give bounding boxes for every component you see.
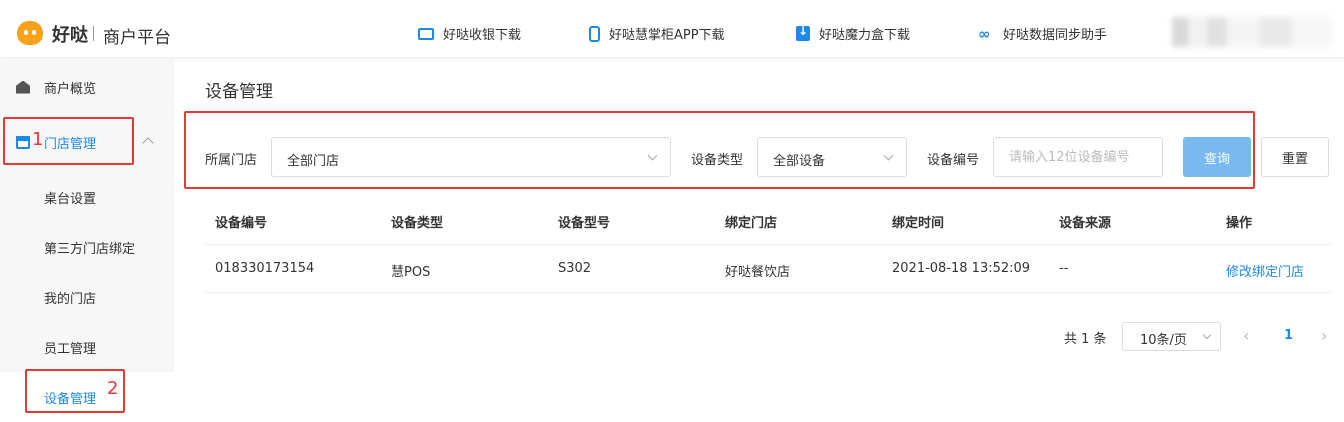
device-serial-input[interactable] — [993, 137, 1163, 177]
sidebar-item-label: 我的门店 — [44, 291, 97, 307]
column-header: 设备来源 — [1059, 216, 1112, 231]
table-cell: 018330173154 — [215, 261, 315, 276]
download-box-label: 好哒魔力盒下载 — [819, 28, 911, 43]
page-number-current[interactable]: 1 — [1284, 328, 1293, 343]
column-header: 设备型号 — [558, 216, 611, 231]
table-divider — [205, 292, 1331, 293]
sidebar-item-overview[interactable]: 商户概览 — [0, 62, 174, 112]
home-icon — [16, 80, 30, 94]
reset-button[interactable]: 重置 — [1261, 137, 1329, 177]
sidebar-item-my-stores[interactable]: 我的门店 — [0, 272, 174, 322]
table-cell: 好哒餐饮店 — [725, 265, 791, 280]
download-cashier-label: 好哒收银下载 — [443, 28, 522, 43]
sidebar-item-third-party-binding[interactable]: 第三方门店绑定 — [0, 222, 174, 272]
column-header: 绑定门店 — [725, 216, 778, 231]
page-title: 设备管理 — [205, 82, 273, 102]
device-type-value: 全部设备 — [773, 154, 826, 169]
chevron-down-icon — [883, 150, 894, 161]
column-header: 操作 — [1226, 216, 1253, 231]
brand-divider — [93, 26, 94, 41]
annotation-box-store — [3, 117, 134, 165]
table-cell: -- — [1059, 261, 1069, 276]
column-header: 设备类型 — [391, 216, 444, 231]
data-sync-label: 好哒数据同步助手 — [1003, 28, 1108, 43]
data-sync-link[interactable]: ∞ 好哒数据同步助手 — [978, 24, 1108, 44]
table-divider — [205, 244, 1331, 245]
sidebar-item-label: 员工管理 — [44, 341, 97, 357]
next-page-icon[interactable]: › — [1321, 326, 1327, 345]
device-type-select[interactable]: 全部设备 — [757, 137, 907, 177]
phone-icon — [589, 25, 600, 42]
store-filter-label: 所属门店 — [205, 153, 258, 168]
brand-logo-icon[interactable] — [17, 21, 43, 45]
prev-page-icon[interactable]: ‹ — [1243, 326, 1249, 345]
sidebar-item-label: 第三方门店绑定 — [44, 241, 136, 257]
column-header: 设备编号 — [215, 216, 268, 231]
annotation-box-device — [25, 369, 125, 413]
store-select[interactable]: 全部门店 — [271, 137, 671, 177]
top-header: 好哒 商户平台 好哒收银下载 好哒慧掌柜APP下载 好哒魔力盒下载 ∞ 好哒数据… — [0, 0, 1344, 58]
pagination-total: 共 1 条 — [1064, 332, 1107, 347]
table-cell: S302 — [558, 261, 592, 276]
sidebar-item-label: 桌台设置 — [44, 191, 97, 207]
table-cell: 2021-08-18 13:52:09 — [892, 261, 1031, 276]
device-serial-label: 设备编号 — [927, 153, 980, 168]
store-select-value: 全部门店 — [287, 154, 340, 169]
sidebar-item-staff-management[interactable]: 员工管理 — [0, 322, 174, 372]
device-type-label: 设备类型 — [691, 153, 744, 168]
page-size-value: 10条/页 — [1140, 333, 1187, 348]
download-app-label: 好哒慧掌柜APP下载 — [609, 28, 725, 43]
brand-name[interactable]: 好哒 — [52, 21, 88, 47]
sidebar-item-label: 商户概览 — [44, 81, 97, 97]
chevron-down-icon — [1202, 330, 1212, 340]
edit-bound-store-link[interactable]: 修改绑定门店 — [1226, 261, 1304, 280]
chevron-down-icon — [647, 150, 658, 161]
brand-subtitle: 商户平台 — [103, 28, 171, 48]
page-size-select[interactable]: 10条/页 — [1122, 322, 1221, 351]
chevron-up-icon[interactable] — [142, 137, 154, 149]
table-cell: 慧POS — [391, 265, 431, 280]
sidebar-item-table-settings[interactable]: 桌台设置 — [0, 172, 174, 222]
download-cashier-link[interactable]: 好哒收银下载 — [418, 24, 521, 43]
download-icon — [796, 24, 810, 41]
download-box-link[interactable]: 好哒魔力盒下载 — [796, 24, 910, 43]
download-app-link[interactable]: 好哒慧掌柜APP下载 — [589, 24, 725, 43]
query-button[interactable]: 查询 — [1183, 137, 1251, 177]
link-icon: ∞ — [978, 24, 991, 43]
monitor-icon — [418, 27, 434, 40]
user-account-area[interactable] — [1172, 17, 1332, 47]
column-header: 绑定时间 — [892, 216, 945, 231]
